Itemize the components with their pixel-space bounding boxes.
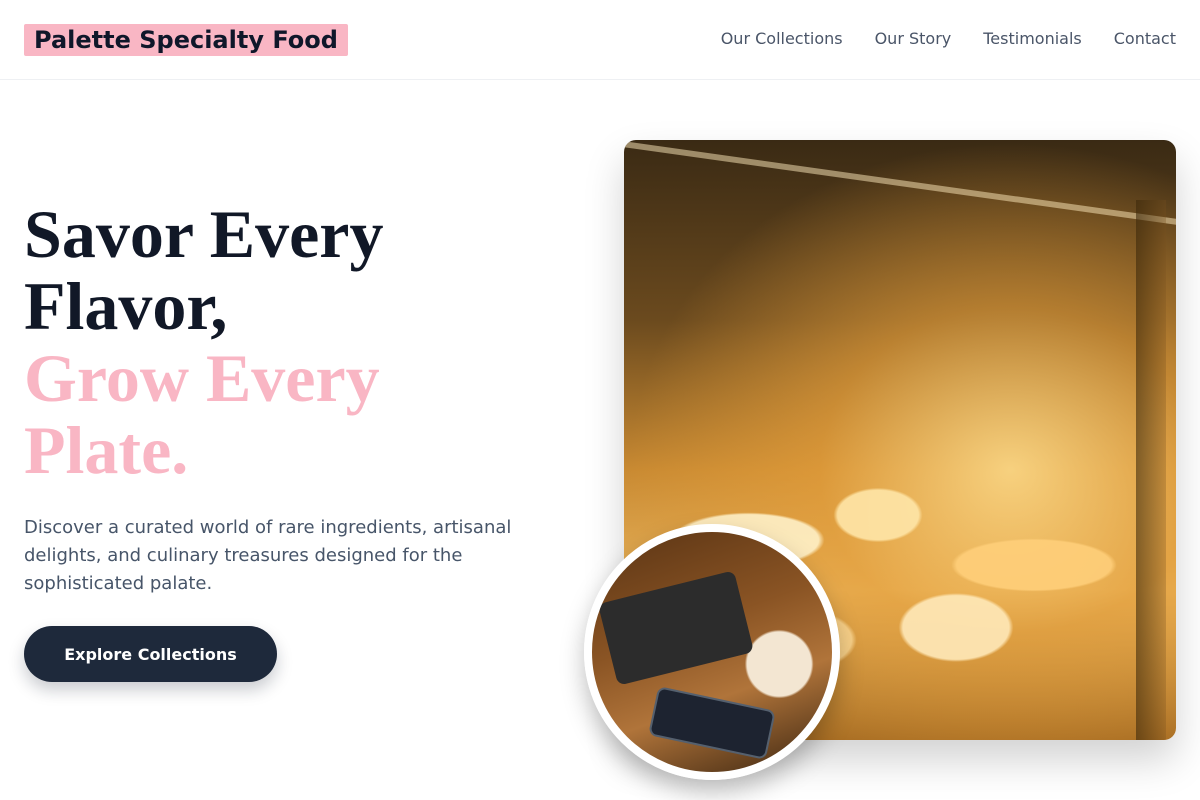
nav-our-collections[interactable]: Our Collections <box>721 28 843 50</box>
display-shelf <box>624 141 1176 225</box>
headline-line-1: Savor Every <box>24 196 384 272</box>
nav-testimonials[interactable]: Testimonials <box>983 28 1082 50</box>
headline-accent-line-2: Plate. <box>24 412 189 488</box>
phone-on-table <box>648 686 776 760</box>
explore-collections-button[interactable]: Explore Collections <box>24 626 277 682</box>
brand-logo[interactable]: Palette Specialty Food <box>24 24 348 56</box>
display-case-frame <box>1136 200 1166 740</box>
hero-description: Discover a curated world of rare ingredi… <box>24 517 512 594</box>
headline-accent-line-1: Grow Every <box>24 340 380 416</box>
hero-headline: Savor Every Flavor, Grow Every Plate. <box>24 198 584 486</box>
site-header: Palette Specialty Food Our Collections O… <box>0 0 1200 80</box>
breakfast-plate <box>597 570 755 686</box>
nav-our-story[interactable]: Our Story <box>875 28 952 50</box>
headline-line-2: Flavor, <box>24 268 228 344</box>
hero-text: Savor Every Flavor, Grow Every Plate. Di… <box>24 198 584 598</box>
main-nav: Our Collections Our Story Testimonials C… <box>721 28 1176 50</box>
breakfast-inset-image <box>584 524 840 780</box>
nav-contact[interactable]: Contact <box>1114 28 1176 50</box>
